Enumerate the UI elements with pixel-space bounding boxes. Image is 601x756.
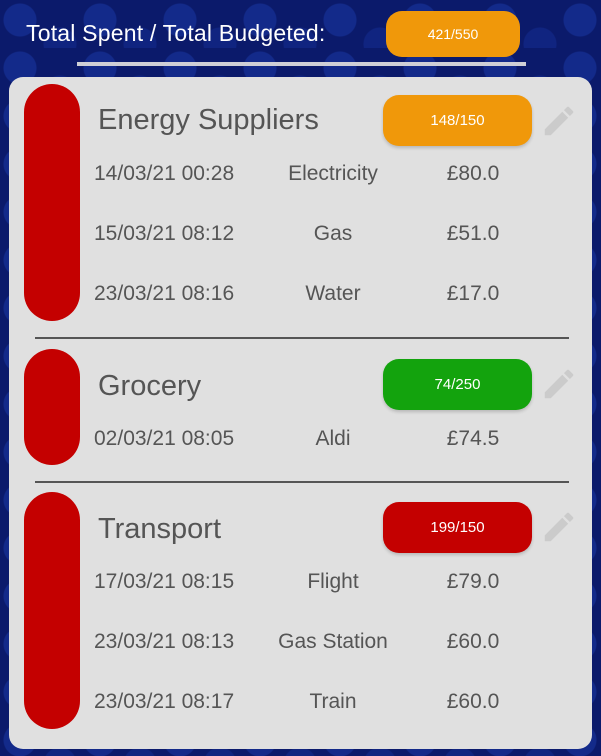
transaction-row[interactable]: 14/03/21 00:28 Electricity £80.0: [9, 162, 592, 192]
transaction-name: Gas Station: [278, 630, 388, 653]
transaction-amount: £80.0: [446, 162, 500, 185]
header-divider: [77, 62, 526, 66]
category-title: Energy Suppliers: [98, 104, 319, 136]
transaction-row[interactable]: 23/03/21 08:17 Train £60.0: [9, 690, 592, 720]
transaction-amount: £17.0: [446, 282, 500, 305]
category-budget-badge: 74/250: [383, 359, 532, 410]
transaction-row[interactable]: 15/03/21 08:12 Gas £51.0: [9, 222, 592, 252]
summary-header: Total Spent / Total Budgeted: 421/550: [0, 0, 601, 76]
transaction-date: 23/03/21 08:13: [94, 630, 235, 653]
transaction-name: Train: [309, 690, 357, 713]
category-budget-badge: 148/150: [383, 95, 532, 146]
category-title: Transport: [98, 513, 222, 545]
pencil-icon[interactable]: [540, 365, 578, 403]
transaction-date: 17/03/21 08:15: [94, 570, 235, 593]
transaction-amount: £51.0: [446, 222, 500, 245]
transaction-row[interactable]: 02/03/21 08:05 Aldi £74.5: [9, 427, 592, 457]
category-budget-badge: 199/150: [383, 502, 532, 553]
transaction-date: 23/03/21 08:16: [94, 282, 235, 305]
total-summary-label: Total Spent / Total Budgeted:: [26, 20, 326, 46]
transaction-date: 14/03/21 00:28: [94, 162, 235, 185]
transaction-date: 02/03/21 08:05: [94, 427, 235, 450]
transaction-row[interactable]: 17/03/21 08:15 Flight £79.0: [9, 570, 592, 600]
transaction-date: 15/03/21 08:12: [94, 222, 235, 245]
transaction-name: Aldi: [315, 427, 351, 450]
category-section-energy-suppliers[interactable]: Energy Suppliers 148/150 14/03/21 00:28 …: [9, 77, 592, 339]
pencil-icon[interactable]: [540, 508, 578, 546]
transaction-row[interactable]: 23/03/21 08:13 Gas Station £60.0: [9, 630, 592, 660]
category-title: Grocery: [98, 370, 202, 402]
transaction-name: Electricity: [288, 162, 378, 185]
transaction-date: 23/03/21 08:17: [94, 690, 235, 713]
transaction-name: Water: [305, 282, 361, 305]
transaction-name: Flight: [307, 570, 359, 593]
category-section-transport[interactable]: Transport 199/150 17/03/21 08:15 Flight …: [9, 483, 592, 749]
budget-list-panel: Energy Suppliers 148/150 14/03/21 00:28 …: [9, 77, 592, 749]
total-summary-badge: 421/550: [386, 11, 520, 57]
transaction-name: Gas: [313, 222, 353, 245]
pencil-icon[interactable]: [540, 102, 578, 140]
category-section-grocery[interactable]: Grocery 74/250 02/03/21 08:05 Aldi £74.5: [9, 339, 592, 481]
transaction-row[interactable]: 23/03/21 08:16 Water £17.0: [9, 282, 592, 312]
transaction-amount: £79.0: [446, 570, 500, 593]
transaction-amount: £74.5: [446, 427, 500, 450]
transaction-amount: £60.0: [446, 690, 500, 713]
transaction-amount: £60.0: [446, 630, 500, 653]
